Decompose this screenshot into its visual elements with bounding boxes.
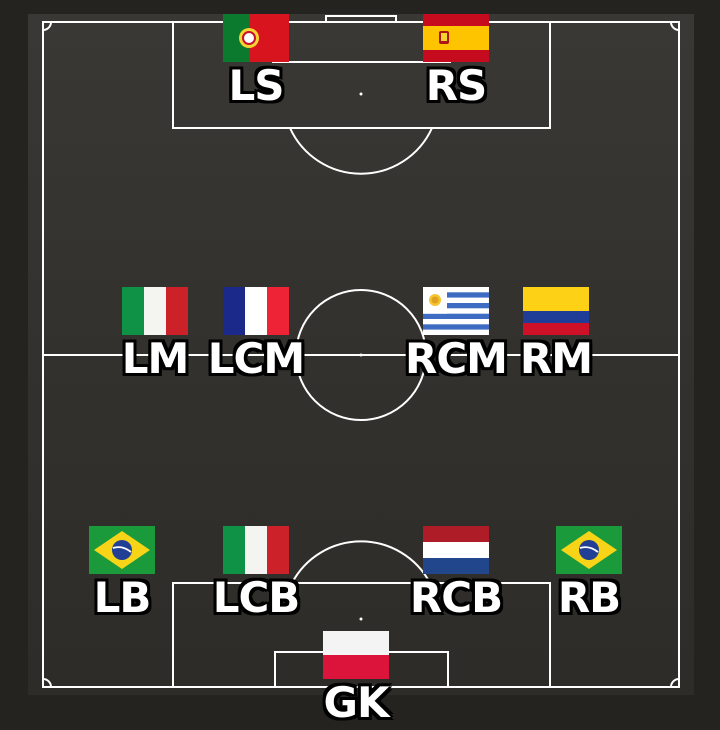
netherlands-flag-icon [423, 526, 489, 574]
player-lcm[interactable]: LCM [196, 287, 316, 381]
portugal-flag-icon [223, 14, 289, 62]
top-goal [325, 15, 397, 23]
top-penalty-spot [359, 92, 363, 96]
position-label-gk: GK [323, 678, 389, 727]
corner-arc-br [670, 678, 680, 688]
corner-arc-bl [42, 678, 52, 688]
corner-arc-tr [670, 21, 680, 31]
bottom-penalty-spot [359, 617, 363, 621]
player-ls[interactable]: LS [196, 14, 316, 108]
france-flag-icon [223, 287, 289, 335]
brazil-flag-icon [556, 526, 622, 574]
brazil-flag-icon [89, 526, 155, 574]
position-label-ls: LS [228, 61, 284, 110]
italy-flag-icon [223, 526, 289, 574]
position-label-lcm: LCM [207, 334, 305, 383]
player-lb[interactable]: LB [62, 526, 182, 620]
position-label-rcb: RCB [409, 573, 503, 622]
spain-flag-icon [423, 14, 489, 62]
uruguay-flag-icon [423, 287, 489, 335]
player-lcb[interactable]: LCB [196, 526, 316, 620]
top-penalty-arc [289, 127, 433, 175]
position-label-lb: LB [93, 573, 152, 622]
player-rb[interactable]: RB [529, 526, 649, 620]
position-label-rb: RB [557, 573, 621, 622]
italy-flag-icon [122, 287, 188, 335]
center-spot [359, 353, 363, 357]
player-rcb[interactable]: RCB [396, 526, 516, 620]
position-label-lcb: LCB [212, 573, 301, 622]
position-label-rs: RS [425, 61, 488, 110]
position-label-rm: RM [519, 334, 593, 383]
player-gk[interactable]: GK [296, 631, 416, 725]
colombia-flag-icon [523, 287, 589, 335]
corner-arc-tl [42, 21, 52, 31]
player-rs[interactable]: RS [396, 14, 516, 108]
player-rm[interactable]: RM [496, 287, 616, 381]
poland-flag-icon [323, 631, 389, 679]
